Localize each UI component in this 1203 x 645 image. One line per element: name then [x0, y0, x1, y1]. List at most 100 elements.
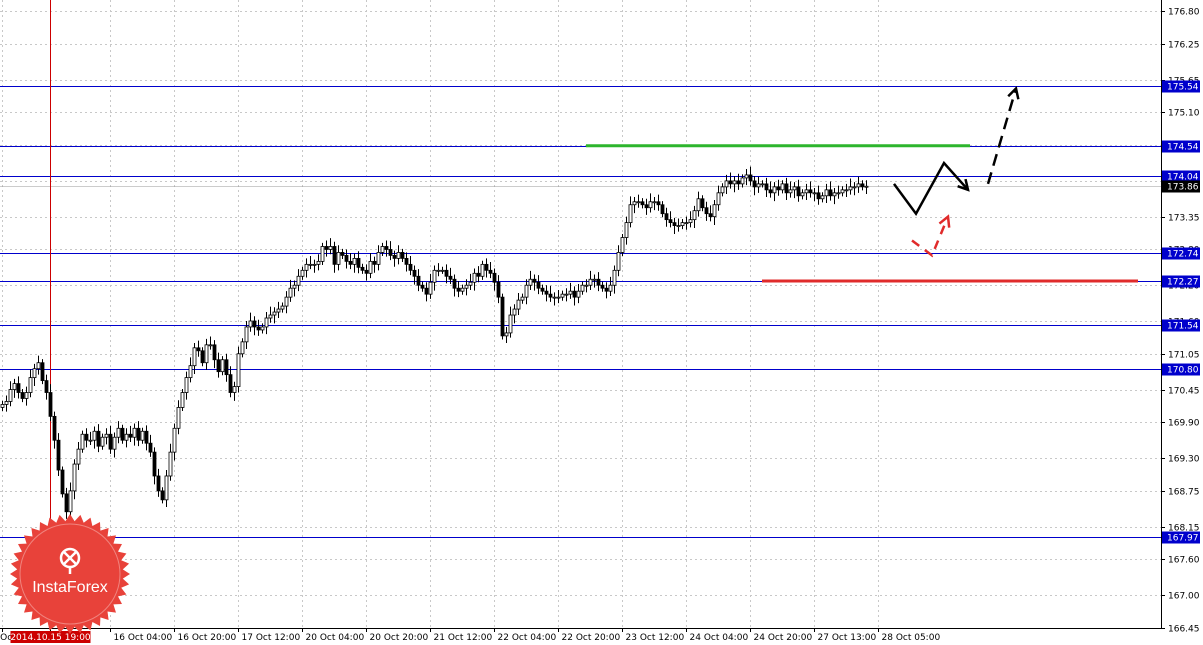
candle-body: [144, 430, 149, 444]
candle-body: [488, 269, 493, 274]
candle-body: [664, 213, 669, 221]
candle-body: [632, 201, 637, 206]
candle-body: [44, 380, 49, 393]
price-tick-label: 176.80: [1168, 8, 1200, 18]
candle-body: [40, 362, 45, 382]
candle-body: [720, 186, 725, 194]
candle-body: [776, 186, 781, 191]
candle-body: [792, 186, 797, 191]
time-tick-label: 20 Oct 04:00: [306, 633, 365, 643]
candle-body: [840, 189, 845, 194]
candle-body: [124, 433, 129, 441]
candle-body: [748, 174, 753, 182]
candle-body: [96, 430, 101, 447]
candle-body: [824, 189, 829, 197]
candle-body: [308, 263, 313, 266]
candle-body: [800, 192, 805, 197]
candle-body: [548, 293, 553, 298]
candle-body: [764, 183, 769, 191]
time-tick-label: 27 Oct 13:00: [818, 633, 877, 643]
candle-body: [476, 272, 481, 277]
price-tick-label: 167.00: [1168, 592, 1200, 602]
candle-body: [388, 249, 393, 256]
candle-body: [788, 189, 793, 194]
candle-body: [848, 186, 853, 191]
candle-body: [236, 353, 241, 387]
candle-body: [652, 201, 657, 204]
candle-body: [464, 284, 469, 289]
candle-body: [844, 189, 849, 192]
candle-body: [232, 386, 237, 393]
candle: [80, 430, 85, 453]
candle-body: [576, 290, 581, 298]
candle-body: [376, 252, 381, 265]
candle-body: [460, 287, 465, 292]
candle-body: [540, 287, 545, 292]
candle-body: [524, 284, 529, 298]
candle-body: [108, 433, 113, 450]
candle-body: [436, 269, 441, 272]
candle-body: [256, 326, 261, 331]
candle-body: [20, 392, 25, 399]
time-tick-label: 17 Oct 12:00: [242, 633, 301, 643]
candle-body: [716, 192, 721, 206]
candle-body: [492, 272, 497, 283]
time-tick-label: 22 Oct 04:00: [498, 633, 557, 643]
candle-body: [416, 275, 421, 286]
candle-body: [808, 189, 813, 194]
candle-body: [784, 183, 789, 194]
candle-body: [680, 222, 685, 227]
candle-body: [616, 252, 621, 271]
price-tick-label: 166.45: [1168, 625, 1200, 635]
candle-body: [596, 278, 601, 286]
candle-body: [116, 427, 121, 438]
candle-body: [8, 389, 13, 402]
candle-body: [636, 201, 641, 204]
candle-body: [688, 219, 693, 224]
candle-body: [340, 252, 345, 256]
candle-body: [208, 344, 213, 347]
candle-body: [500, 296, 505, 337]
candle-body: [712, 204, 717, 218]
candle-body: [36, 362, 41, 370]
candle-body: [184, 377, 189, 393]
candle-body: [52, 415, 57, 441]
candle-body: [552, 296, 557, 299]
candle-body: [360, 266, 365, 271]
candle-body: [348, 260, 353, 265]
time-tick-label: 16 Oct 04:00: [114, 633, 173, 643]
logo-text: InstaForex: [32, 579, 108, 596]
candle-body: [536, 281, 541, 289]
candle-body: [628, 204, 633, 224]
candle: [236, 346, 241, 393]
candle-body: [640, 201, 645, 206]
candle-body: [88, 439, 93, 442]
candle-body: [344, 255, 349, 262]
candle-body: [4, 401, 9, 405]
candle-body: [780, 183, 785, 191]
candle-body: [128, 433, 133, 438]
candle-body: [696, 198, 701, 212]
candle-body: [812, 192, 817, 195]
price-tick-label: 168.75: [1168, 488, 1200, 498]
time-tick-label: 23 Oct 12:00: [626, 633, 685, 643]
candle-body: [24, 392, 29, 399]
candle-body: [820, 195, 825, 200]
candle: [180, 388, 185, 412]
price-tick-label: 169.30: [1168, 455, 1200, 465]
candle-body: [728, 180, 733, 185]
candle-body: [656, 201, 661, 206]
time-tick-label: 21 Oct 12:00: [434, 633, 493, 643]
candle-body: [400, 252, 405, 259]
candle-body: [768, 189, 773, 194]
candle-body: [304, 263, 309, 271]
candle-body: [276, 308, 281, 313]
candle-body: [260, 326, 265, 331]
candle-body: [60, 469, 65, 495]
price-tick-label: 171.05: [1168, 351, 1200, 361]
candle-body: [312, 263, 317, 266]
time-tick-label: 28 Oct 05:00: [882, 633, 941, 643]
price-tick-label: 173.35: [1168, 214, 1200, 224]
candle-body: [172, 427, 177, 453]
candle-body: [220, 359, 225, 373]
